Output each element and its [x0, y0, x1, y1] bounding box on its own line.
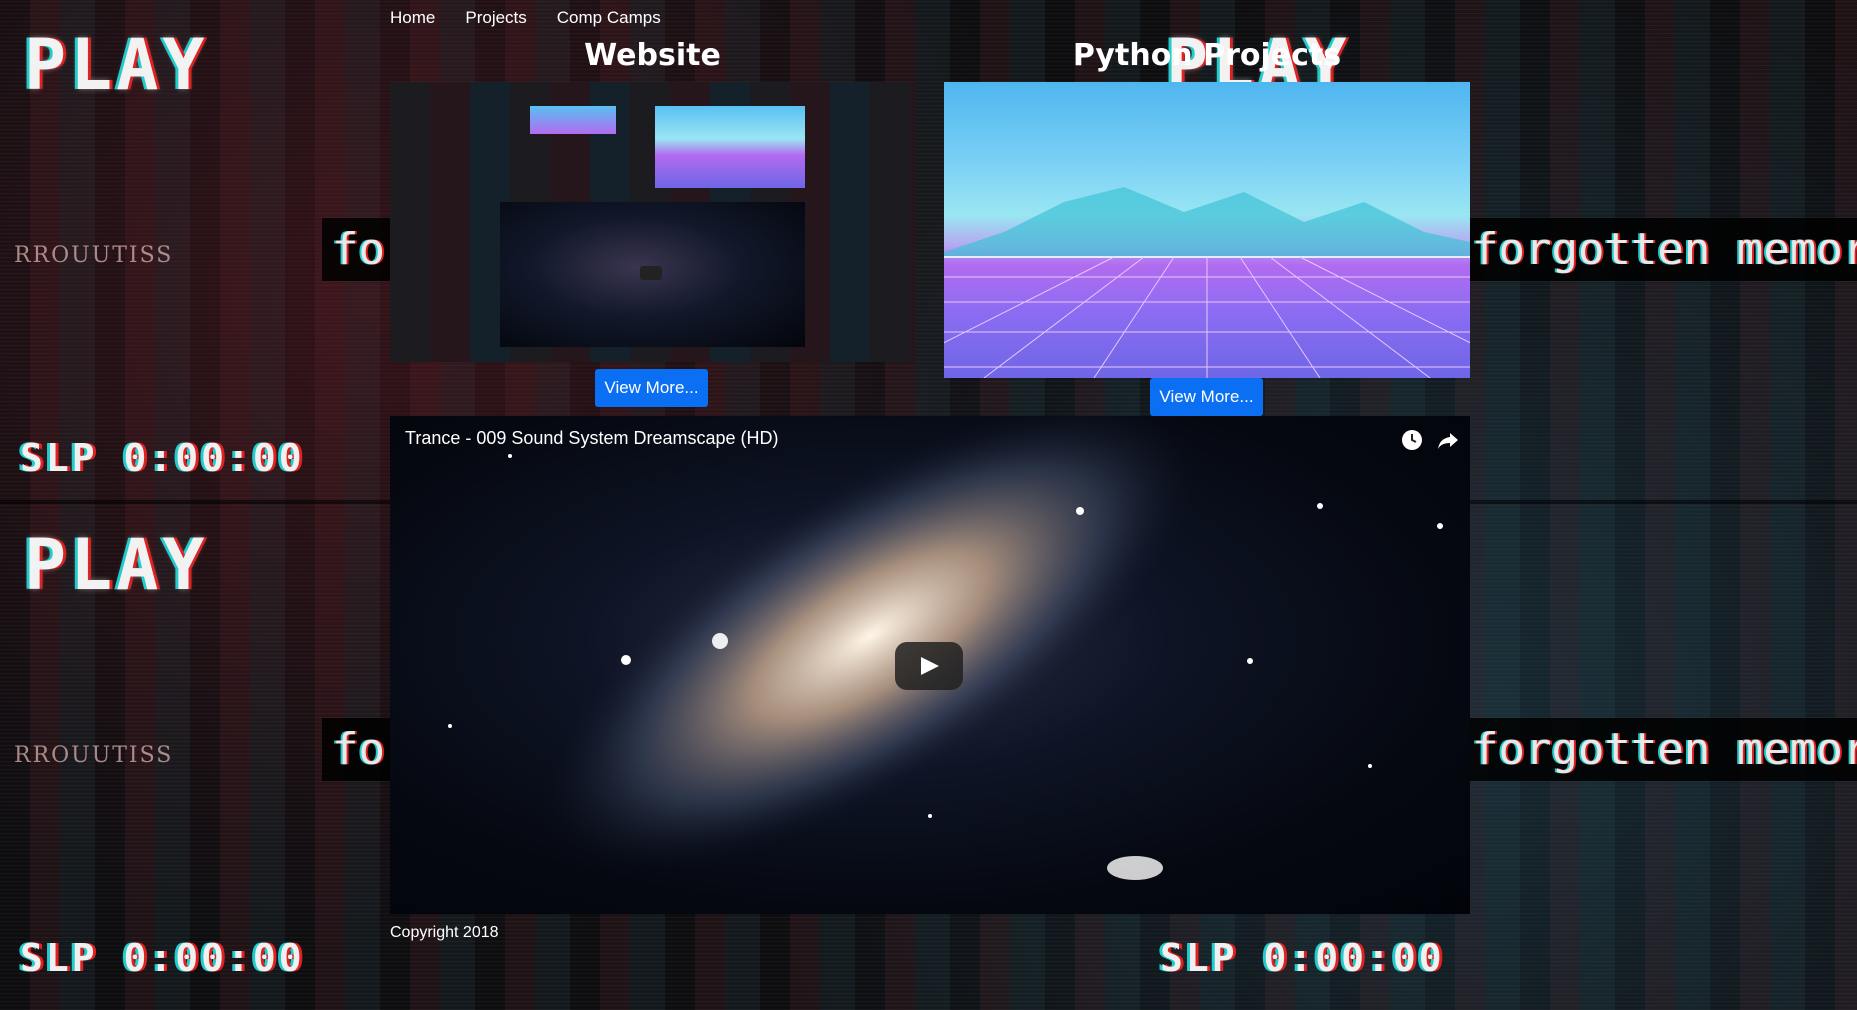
bg-counter-text: SLP 0:00:00: [20, 436, 305, 480]
synthwave-grid-image: [944, 187, 1470, 378]
thumbnail-play-icon: [640, 266, 662, 280]
bg-rrou-text: RROUUTISS: [14, 743, 174, 768]
share-icon[interactable]: [1436, 428, 1462, 454]
embedded-video-player[interactable]: Trance - 009 Sound System Dreamscape (HD…: [390, 416, 1470, 914]
thumbnail-mini-preview: [530, 106, 616, 134]
nav-link-home[interactable]: Home: [390, 4, 451, 32]
bg-play-text: PLAY: [24, 524, 209, 606]
video-title: Trance - 009 Sound System Dreamscape (HD…: [405, 428, 779, 448]
website-thumbnail[interactable]: [390, 82, 915, 362]
bg-play-text: PLAY: [24, 24, 209, 106]
nav-link-comp-camps[interactable]: Comp Camps: [557, 4, 677, 32]
python-view-more-button[interactable]: View More...: [1150, 378, 1263, 416]
footer-copyright: Copyright 2018: [390, 924, 499, 941]
website-view-more-button[interactable]: View More...: [595, 369, 708, 407]
bg-forgotten-text: forgotten memor: [1462, 218, 1857, 281]
clock-icon[interactable]: [1400, 428, 1426, 454]
python-thumbnail[interactable]: [944, 82, 1470, 378]
python-section-title: Python Projects: [1072, 38, 1342, 73]
top-navigation: Home Projects Comp Camps: [390, 4, 691, 32]
play-icon[interactable]: [895, 642, 963, 690]
bg-forgotten-text: forgotten memor: [1462, 718, 1857, 781]
thumbnail-python-preview: [655, 106, 805, 188]
bg-counter-text: SLP 0:00:00: [20, 936, 305, 980]
bg-rrou-text: RROUUTISS: [14, 243, 174, 268]
website-section-title: Website: [584, 38, 721, 73]
bg-counter-text: SLP 0:00:00: [1160, 936, 1445, 980]
nav-link-projects[interactable]: Projects: [465, 4, 542, 32]
